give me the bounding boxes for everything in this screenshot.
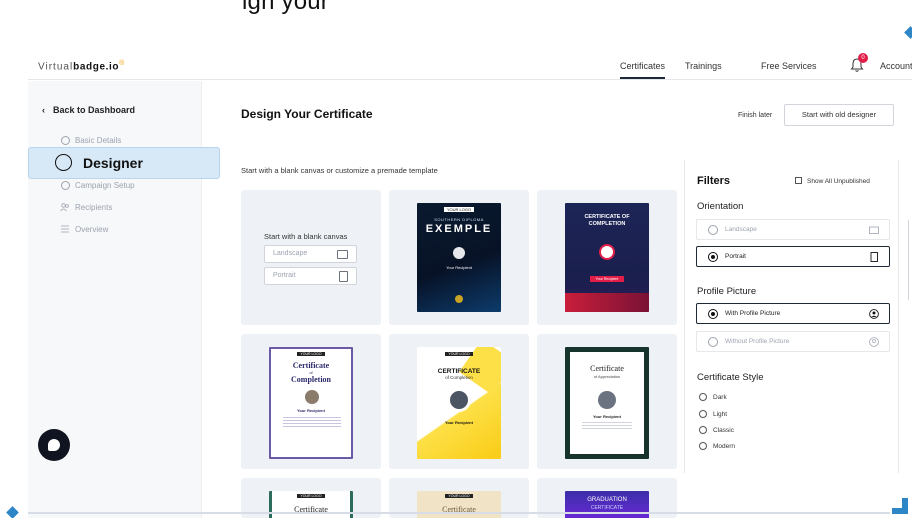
style-modern-option[interactable]: Modern: [699, 442, 735, 450]
style-light-option[interactable]: Light: [699, 410, 727, 418]
recipient-avatar: [305, 390, 319, 404]
nav-account[interactable]: Account: [880, 61, 912, 71]
radio-icon: [708, 337, 718, 347]
step-circle-icon: [55, 154, 72, 171]
profile-picture-label: Profile Picture: [697, 286, 757, 297]
decor-diamond-top-right: [904, 26, 912, 39]
filter-portrait-option[interactable]: Portrait: [696, 246, 890, 267]
recipient-avatar: [453, 247, 465, 259]
sidebar-step-recipients[interactable]: Recipients: [75, 203, 112, 212]
gold-seal: [455, 295, 463, 303]
template-tile[interactable]: YOUR LOGO SOUTHERN DIPLOMA EXEMPLE Your …: [389, 190, 529, 325]
checkbox-icon: [795, 177, 802, 184]
portrait-page-icon: [339, 271, 348, 282]
nav-trainings[interactable]: Trainings: [685, 61, 722, 71]
blank-canvas-tile: Start with a blank canvas Landscape Port…: [241, 190, 381, 325]
orientation-label: Orientation: [697, 201, 744, 212]
sidebar-step-designer-label: Designer: [83, 155, 143, 171]
step-circle-icon: [61, 181, 70, 190]
page-title: Design Your Certificate: [241, 107, 373, 121]
certificate-style-label: Certificate Style: [697, 372, 764, 383]
template-tile[interactable]: Certificate of Appreciation Your Recipie…: [537, 334, 677, 469]
certificate-thumbnail: Certificate of Appreciation Your Recipie…: [565, 347, 649, 459]
notification-badge: 0: [858, 53, 868, 63]
radio-icon: [699, 442, 707, 450]
certificate-thumbnail: YOUR LOGO CERTIFICATE of Completion Your…: [417, 347, 501, 459]
decor-corner-bottom-right: [892, 498, 908, 514]
back-to-dashboard-link[interactable]: ‹ Back to Dashboard: [42, 105, 135, 115]
filter-without-profile-option[interactable]: Without Profile Picture: [696, 331, 890, 352]
sidebar-step-campaign-setup[interactable]: Campaign Setup: [75, 181, 135, 190]
recipient-avatar: [447, 388, 471, 412]
radio-icon: [708, 309, 718, 319]
filter-landscape-option[interactable]: Landscape: [696, 219, 890, 240]
radio-icon: [699, 410, 707, 418]
cropped-heading: ign your: [242, 0, 329, 15]
users-icon: [60, 203, 69, 212]
filters-panel: Filters Show All Unpublished Orientation…: [684, 160, 899, 473]
chat-support-icon[interactable]: [38, 429, 70, 461]
right-panel-edge: [908, 220, 912, 300]
body-text-lines: [582, 422, 632, 430]
radio-icon: [708, 252, 718, 262]
decor-diamond-bottom-left: [6, 506, 19, 518]
landscape-page-icon: [337, 250, 348, 259]
sidebar-step-overview[interactable]: Overview: [75, 225, 108, 234]
filter-with-profile-option[interactable]: With Profile Picture: [696, 303, 890, 324]
finish-later-link[interactable]: Finish later: [738, 112, 772, 119]
show-all-unpublished-checkbox[interactable]: Show All Unpublished: [795, 177, 870, 185]
templates-subtitle: Start with a blank canvas or customize a…: [241, 166, 438, 175]
blank-canvas-title: Start with a blank canvas: [264, 232, 348, 241]
nav-certificates[interactable]: Certificates: [620, 61, 666, 79]
radio-icon: [699, 426, 707, 434]
start-old-designer-button[interactable]: Start with old designer: [784, 104, 894, 126]
recipient-avatar: [598, 391, 616, 409]
style-dark-option[interactable]: Dark: [699, 393, 727, 401]
template-tile[interactable]: CERTIFICATE OF COMPLETION Your Recipient: [537, 190, 677, 325]
step-circle-icon: [61, 136, 70, 145]
sidebar: ‹ Back to Dashboard Basic Details Designe…: [28, 81, 220, 518]
radio-icon: [699, 393, 707, 401]
sidebar-step-basic-details[interactable]: Basic Details: [75, 136, 121, 145]
top-navbar: Virtualbadge.io® Certificates Trainings …: [28, 52, 912, 80]
certificate-thumbnail: CERTIFICATE OF COMPLETION Your Recipient: [565, 203, 649, 312]
horizontal-scrollbar[interactable]: [28, 512, 890, 514]
template-tile[interactable]: YOUR LOGO Certificate of Completion Your…: [241, 334, 381, 469]
recipient-avatar: [599, 244, 615, 260]
page: ign your Virtualbadge.io® Certificates T…: [0, 0, 912, 518]
template-tile[interactable]: YOUR LOGO CERTIFICATE of Completion Your…: [389, 334, 529, 469]
portrait-page-icon: [870, 252, 878, 262]
landscape-page-icon: [869, 226, 879, 234]
brand-logo[interactable]: Virtualbadge.io®: [38, 60, 125, 72]
radio-icon: [708, 225, 718, 235]
filters-title: Filters: [697, 175, 731, 187]
nav-free-services[interactable]: Free Services: [761, 61, 817, 71]
user-circle-off-icon: [869, 337, 879, 347]
certificate-thumbnail: YOUR LOGO Certificate of Completion Your…: [269, 347, 353, 459]
blank-portrait-button[interactable]: Portrait: [264, 267, 357, 285]
blank-landscape-button[interactable]: Landscape: [264, 245, 357, 263]
body-text-lines: [283, 417, 341, 427]
chevron-left-icon: ‹: [42, 105, 45, 115]
red-footer-band: [565, 293, 649, 312]
list-icon: [61, 225, 69, 233]
user-circle-icon: [869, 309, 879, 319]
style-classic-option[interactable]: Classic: [699, 426, 734, 434]
certificate-thumbnail: YOUR LOGO SOUTHERN DIPLOMA EXEMPLE Your …: [417, 203, 501, 312]
